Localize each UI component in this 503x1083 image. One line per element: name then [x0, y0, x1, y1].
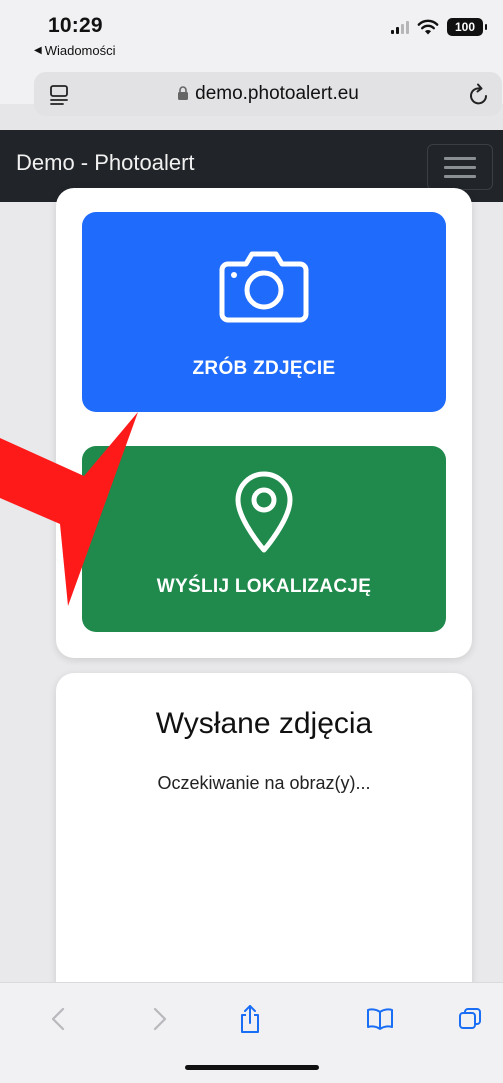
wifi-icon [417, 19, 439, 35]
back-button[interactable] [40, 1001, 76, 1037]
share-icon [241, 1005, 259, 1033]
hamburger-line [444, 174, 476, 178]
browser-chrome: 10:29 ◀ Wiadomości 100 demo.photoalert.e… [0, 0, 503, 116]
forward-button[interactable] [142, 1001, 178, 1037]
status-icons: 100 [391, 18, 487, 36]
reload-icon[interactable] [468, 82, 490, 106]
bookmarks-button[interactable] [362, 1001, 398, 1037]
address-bar[interactable]: demo.photoalert.eu [34, 72, 502, 116]
url-text: demo.photoalert.eu [195, 83, 359, 104]
status-bar: 10:29 ◀ Wiadomości 100 [0, 0, 503, 62]
back-to-app-link[interactable]: ◀ Wiadomości [34, 43, 116, 58]
take-photo-button[interactable]: ZRÓB ZDJĘCIE [82, 212, 446, 412]
cellular-signal-icon [391, 20, 409, 34]
back-app-label: Wiadomości [44, 43, 116, 58]
red-arrow-icon [0, 412, 138, 606]
camera-icon [219, 251, 309, 323]
take-photo-label: ZRÓB ZDJĘCIE [192, 358, 336, 379]
menu-toggle-button[interactable] [427, 144, 493, 190]
sent-photos-status: Oczekiwanie na obraz(y)... [157, 773, 371, 793]
tabs-icon [459, 1008, 481, 1029]
bookmarks-icon [367, 1008, 393, 1030]
lock-icon [178, 86, 189, 100]
status-time: 10:29 [48, 14, 103, 37]
back-triangle-icon: ◀ [34, 45, 42, 56]
url-display[interactable]: demo.photoalert.eu [34, 83, 502, 105]
home-indicator [185, 1065, 319, 1070]
browser-toolbar [0, 982, 503, 1083]
tabs-button[interactable] [452, 1001, 488, 1037]
hamburger-line [444, 165, 476, 169]
battery-icon: 100 [447, 18, 487, 36]
sent-photos-title: Wysłane zdjęcia [155, 707, 373, 740]
share-button[interactable] [232, 1001, 268, 1037]
forward-icon [153, 1007, 167, 1031]
navbar-brand[interactable]: Demo - Photoalert [16, 150, 195, 176]
sent-photos-card: Wysłane zdjęcia Oczekiwanie na obraz(y).… [56, 673, 472, 1033]
hamburger-line [444, 156, 476, 160]
back-icon [51, 1007, 65, 1031]
map-pin-icon [235, 471, 293, 553]
